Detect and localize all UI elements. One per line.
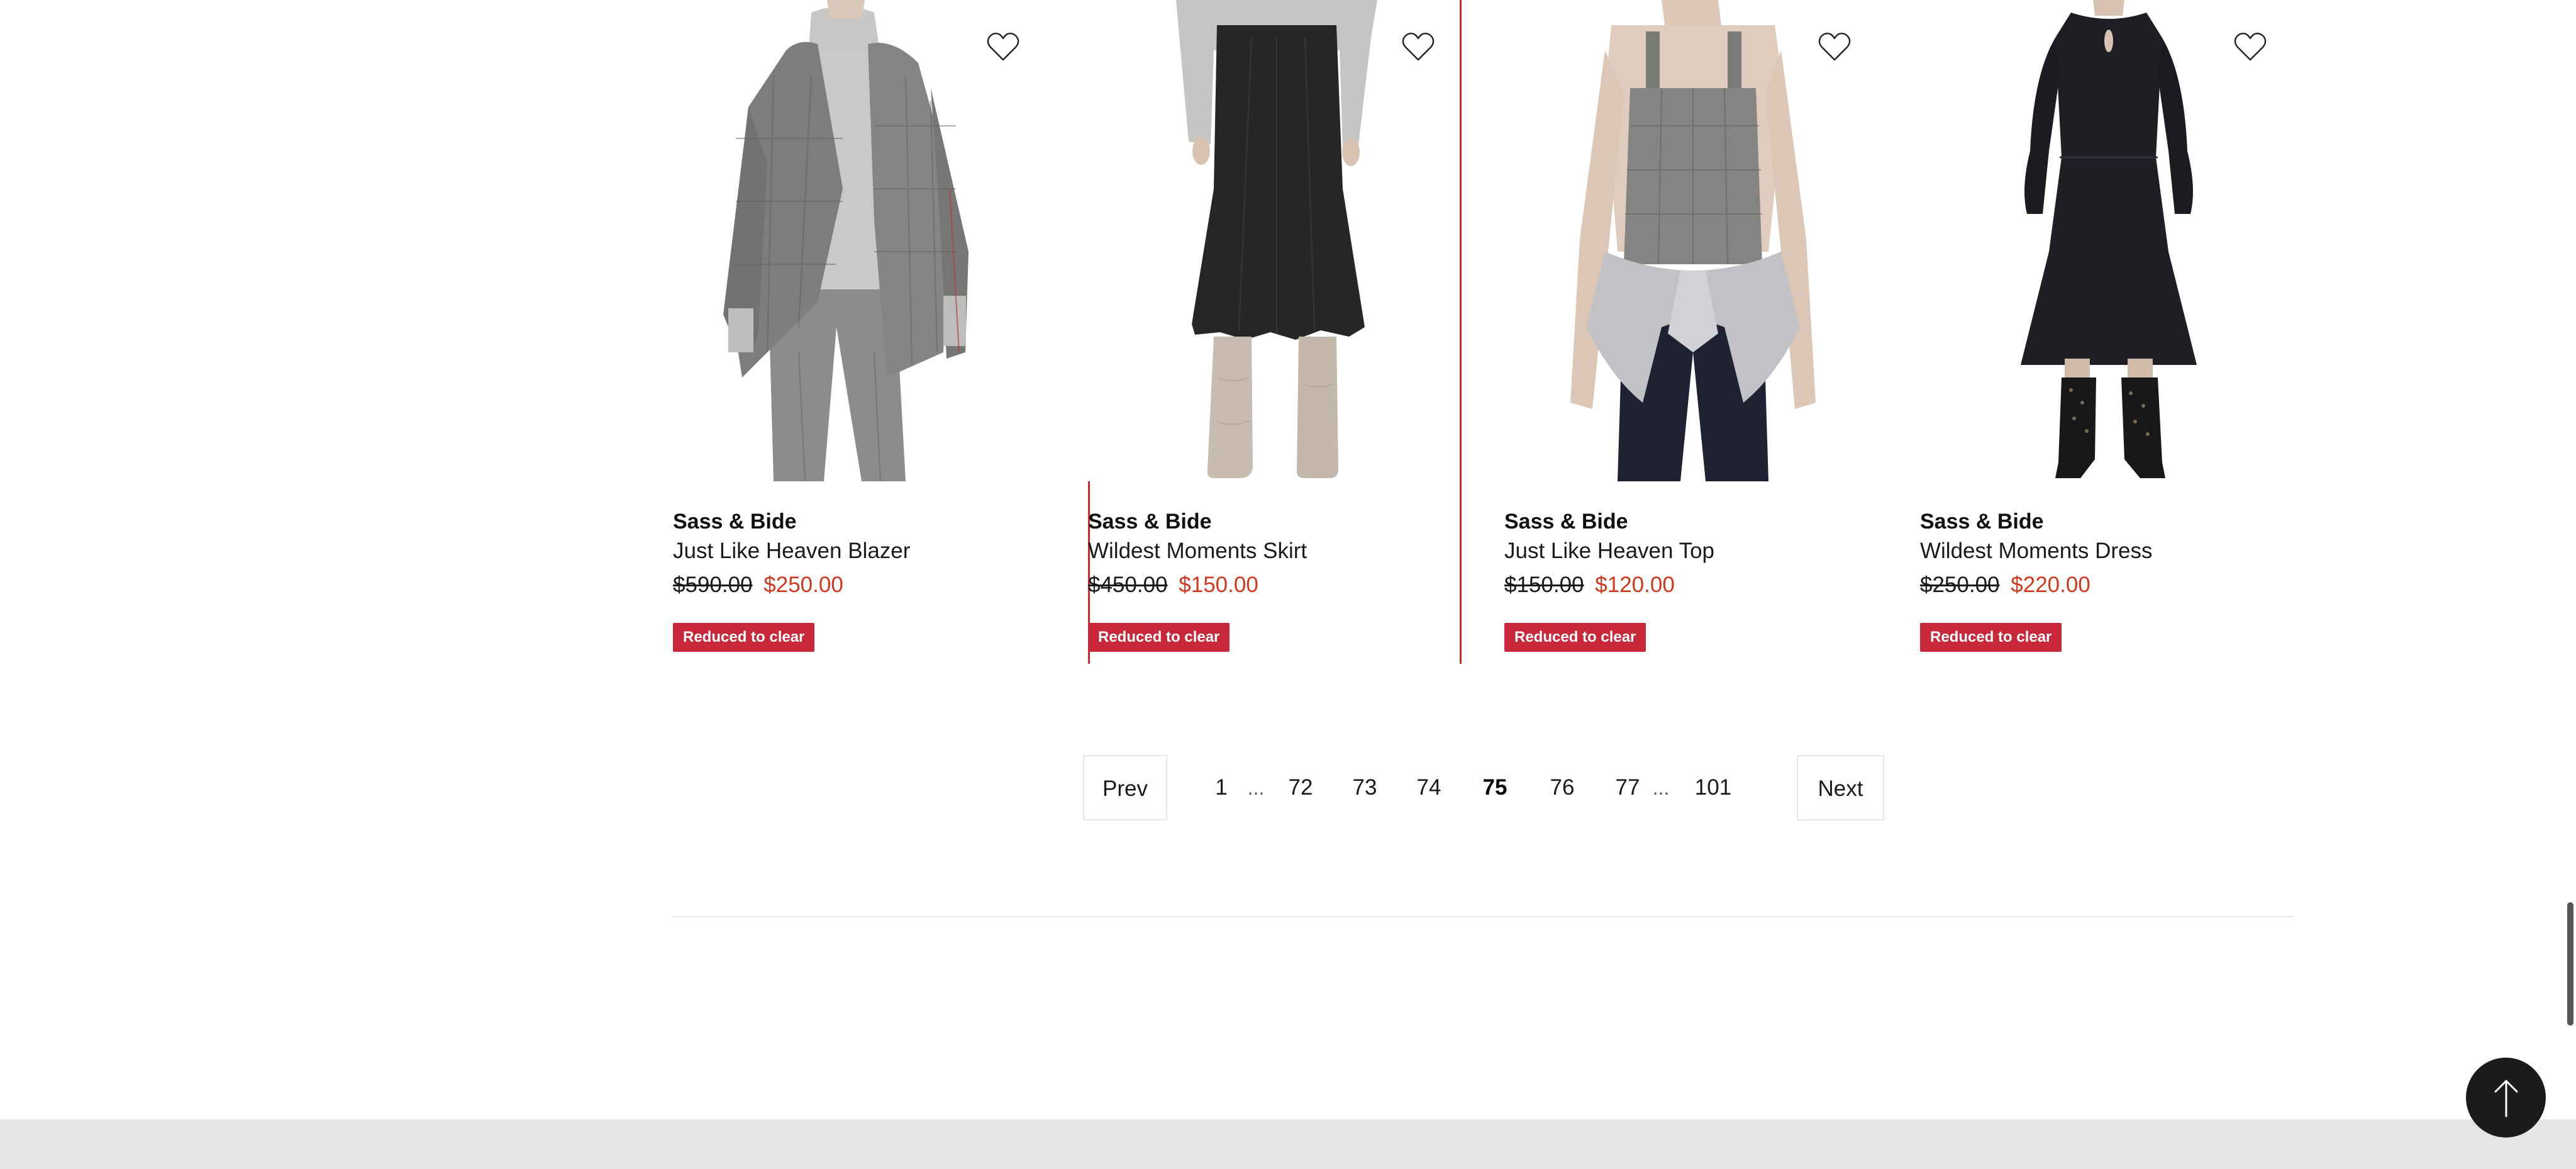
product-brand[interactable]: Sass & Bide xyxy=(673,510,797,534)
page-link[interactable]: 74 xyxy=(1407,755,1451,820)
product-name[interactable]: Wildest Moments Dress xyxy=(1920,539,2153,564)
product-prices: $150.00 $120.00 xyxy=(1504,573,1675,598)
sale-badge: Reduced to clear xyxy=(1088,623,1230,652)
wishlist-button[interactable] xyxy=(1396,25,1440,69)
product-name[interactable]: Wildest Moments Skirt xyxy=(1088,539,1307,564)
page-link[interactable]: 76 xyxy=(1540,755,1584,820)
product-image[interactable] xyxy=(1088,0,1465,481)
sale-badge: Reduced to clear xyxy=(1504,623,1646,652)
original-price: $590.00 xyxy=(673,573,753,597)
page-scrollbar[interactable] xyxy=(2562,0,2576,1169)
original-price: $450.00 xyxy=(1088,573,1168,597)
next-page-button[interactable]: Next xyxy=(1797,755,1884,820)
page-link-last[interactable]: 101 xyxy=(1691,755,1735,820)
page-link[interactable]: 77 xyxy=(1606,755,1650,820)
product-prices: $250.00 $220.00 xyxy=(1920,573,2090,598)
product-prices: $590.00 $250.00 xyxy=(673,573,843,598)
sale-price: $250.00 xyxy=(763,573,843,597)
product-brand[interactable]: Sass & Bide xyxy=(1088,510,1212,534)
heart-outline-icon xyxy=(1818,32,1851,61)
heart-outline-icon xyxy=(987,32,1019,61)
grey-check-bustier-top-photo xyxy=(1570,0,1816,481)
product-brand[interactable]: Sass & Bide xyxy=(1504,510,1628,534)
product-listing-page: Sass & Bide Just Like Heaven Blazer $590… xyxy=(0,0,2576,1169)
sale-price: $220.00 xyxy=(2011,573,2090,597)
product-card[interactable]: Sass & Bide Just Like Heaven Blazer $590… xyxy=(673,0,1050,664)
prev-page-button[interactable]: Prev xyxy=(1083,755,1167,820)
product-image[interactable] xyxy=(673,0,1050,481)
back-to-top-button[interactable] xyxy=(2466,1058,2546,1138)
sale-badge: Reduced to clear xyxy=(1920,623,2062,652)
page-link[interactable]: 73 xyxy=(1343,755,1387,820)
pagination-ellipsis: ... xyxy=(1247,776,1265,799)
product-card[interactable]: Sass & Bide Just Like Heaven Top $150.00… xyxy=(1504,0,1882,664)
product-brand[interactable]: Sass & Bide xyxy=(1920,510,2044,534)
wishlist-button[interactable] xyxy=(981,25,1025,69)
black-midi-skirt-photo xyxy=(1176,0,1377,478)
heart-outline-icon xyxy=(1402,32,1435,61)
product-image[interactable] xyxy=(1920,0,2297,481)
page-link[interactable]: 72 xyxy=(1279,755,1323,820)
pagination-ellipsis: ... xyxy=(1652,776,1670,799)
product-name[interactable]: Just Like Heaven Top xyxy=(1504,539,1714,564)
product-card[interactable]: Sass & Bide Wildest Moments Dress $250.0… xyxy=(1920,0,2297,664)
grey-check-blazer-photo xyxy=(723,0,969,481)
heart-outline-icon xyxy=(2234,32,2267,61)
product-name[interactable]: Just Like Heaven Blazer xyxy=(673,539,910,564)
product-image[interactable] xyxy=(1504,0,1882,481)
wishlist-button[interactable] xyxy=(2228,25,2272,69)
page-link-first[interactable]: 1 xyxy=(1199,755,1243,820)
sale-price: $150.00 xyxy=(1179,573,1258,597)
pagination: Prev 1 ... 72 73 74 75 76 77 ... 101 Nex… xyxy=(1083,755,1885,822)
sale-badge: Reduced to clear xyxy=(673,623,815,652)
original-price: $250.00 xyxy=(1920,573,2000,597)
product-prices: $450.00 $150.00 xyxy=(1088,573,1258,598)
product-card[interactable]: Sass & Bide Wildest Moments Skirt $450.0… xyxy=(1088,0,1465,664)
scrollbar-thumb[interactable] xyxy=(2567,902,2573,1026)
footer-band xyxy=(0,1119,2576,1169)
black-midi-dress-photo xyxy=(2021,0,2197,478)
page-link-current: 75 xyxy=(1482,775,1507,800)
product-grid: Sass & Bide Just Like Heaven Blazer $590… xyxy=(673,0,2340,667)
wishlist-button[interactable] xyxy=(1813,25,1857,69)
original-price: $150.00 xyxy=(1504,573,1584,597)
arrow-up-icon xyxy=(2494,1080,2518,1117)
sale-price: $120.00 xyxy=(1595,573,1675,597)
section-divider xyxy=(673,916,2292,917)
